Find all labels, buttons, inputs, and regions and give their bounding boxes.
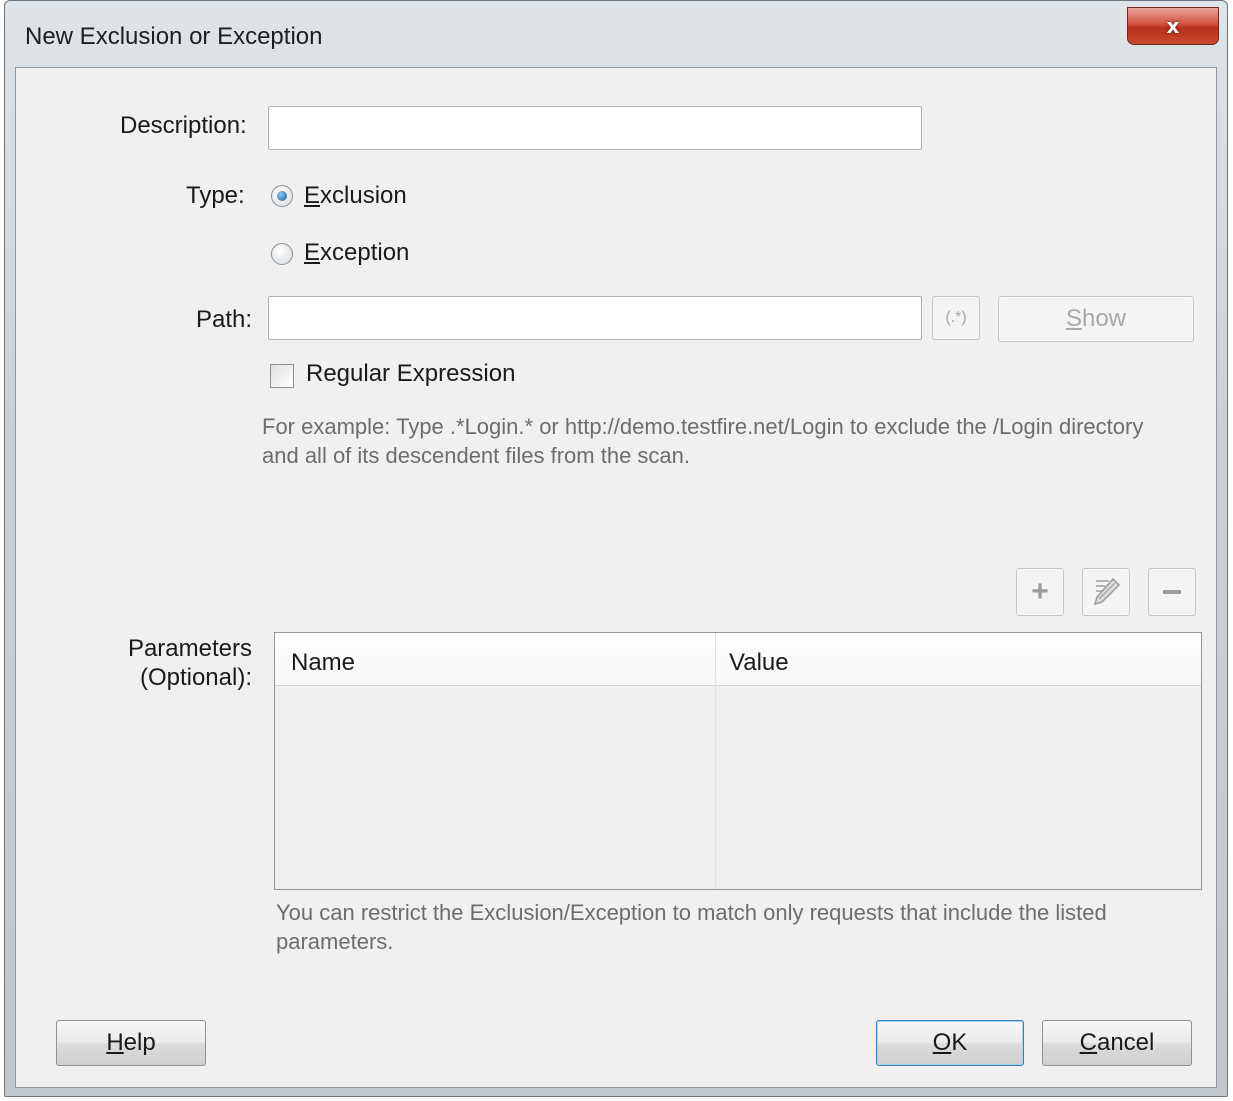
path-label: Path:	[196, 306, 253, 333]
close-button[interactable]: x	[1127, 7, 1219, 45]
help-button[interactable]: Help	[56, 1020, 206, 1066]
show-button[interactable]: Show	[998, 296, 1194, 342]
remove-parameter-button[interactable]	[1148, 568, 1196, 616]
parameters-label: Parameters (Optional):	[127, 635, 252, 691]
regular-expression-label[interactable]: Regular Expression	[306, 360, 515, 388]
window-title: New Exclusion or Exception	[25, 23, 323, 50]
table-header: Name Value	[275, 633, 1201, 686]
regex-button-label: (.*)	[945, 309, 967, 326]
column-header-name[interactable]: Name	[291, 649, 355, 677]
cancel-button[interactable]: Cancel	[1042, 1020, 1192, 1066]
exclusion-radio[interactable]	[271, 185, 293, 207]
column-header-value[interactable]: Value	[729, 649, 789, 677]
type-label: Type:	[186, 182, 245, 209]
ok-button[interactable]: OK	[876, 1020, 1024, 1066]
regex-insert-button[interactable]: (.*)	[932, 296, 980, 340]
description-label: Description:	[120, 112, 247, 139]
exception-radio[interactable]	[271, 243, 293, 265]
parameters-table[interactable]: Name Value	[274, 632, 1202, 890]
ok-button-label: OK	[932, 1029, 968, 1056]
regular-expression-checkbox[interactable]	[270, 364, 294, 388]
title-bar[interactable]: New Exclusion or Exception x	[5, 1, 1227, 67]
description-input[interactable]	[268, 106, 922, 150]
add-parameter-button[interactable]: +	[1016, 568, 1064, 616]
exclusion-radio-label[interactable]: Exclusion	[304, 182, 407, 210]
exception-radio-label[interactable]: Exception	[304, 239, 409, 267]
path-hint: For example: Type .*Login.* or http://de…	[262, 414, 1144, 468]
close-icon: x	[1166, 14, 1180, 38]
path-input[interactable]	[268, 296, 922, 340]
dialog-body: Description: Type: Exclusion Exception P…	[15, 67, 1217, 1088]
minus-icon	[1163, 590, 1181, 594]
cancel-button-label: Cancel	[1079, 1029, 1155, 1056]
pencil-icon	[1093, 577, 1121, 606]
column-divider	[715, 633, 716, 889]
dialog-window: New Exclusion or Exception x Description…	[4, 0, 1228, 1097]
edit-parameter-button[interactable]	[1082, 568, 1130, 616]
plus-icon: +	[1031, 575, 1049, 608]
show-button-label: Show	[1065, 305, 1127, 332]
parameters-hint: You can restrict the Exclusion/Exception…	[276, 900, 1107, 954]
help-button-label: Help	[106, 1029, 156, 1056]
